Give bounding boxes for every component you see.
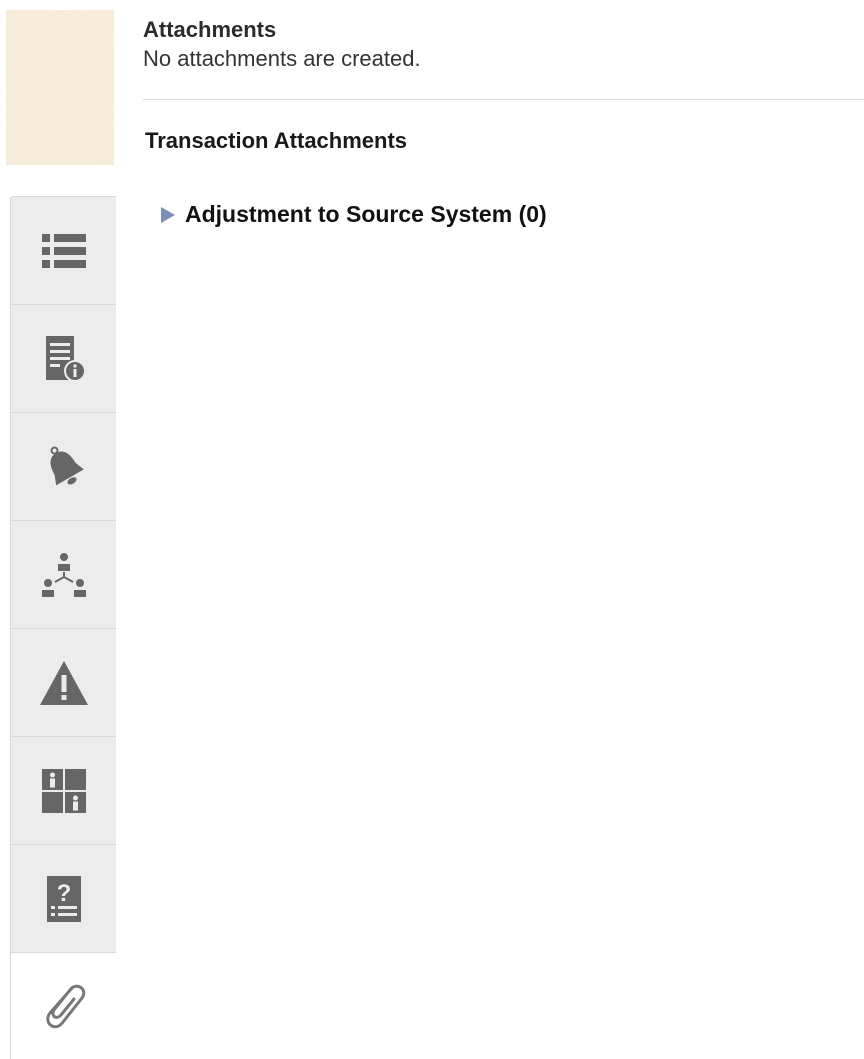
tab-list[interactable] [10, 196, 116, 304]
tab-alerts[interactable] [10, 412, 116, 520]
sidebar-tab-rail: ? [10, 196, 116, 1059]
document-info-icon [38, 333, 90, 385]
tree-node-label: Adjustment to Source System (0) [185, 201, 547, 227]
list-icon [38, 225, 90, 277]
user-grid-icon [38, 765, 90, 817]
paperclip-icon [38, 980, 90, 1032]
hierarchy-people-icon [38, 549, 90, 601]
warning-icon [38, 657, 90, 709]
page-subtitle: No attachments are created. [143, 46, 421, 71]
tree-node-adjustment[interactable]: Adjustment to Source System (0) [159, 201, 547, 228]
svg-text:?: ? [56, 880, 71, 907]
tab-questions[interactable]: ? [10, 844, 116, 952]
divider [143, 99, 864, 100]
help-document-icon: ? [38, 873, 90, 925]
page-title: Attachments [143, 17, 277, 42]
tab-hierarchy[interactable] [10, 520, 116, 628]
bell-icon [38, 441, 90, 493]
section-title: Transaction Attachments [145, 128, 408, 153]
page: ? Attachments No attachments are created… [0, 0, 864, 1059]
tab-assignments[interactable] [10, 736, 116, 844]
tab-attachments[interactable] [10, 952, 116, 1059]
tab-details[interactable] [10, 304, 116, 412]
tab-warnings[interactable] [10, 628, 116, 736]
color-swatch [6, 10, 114, 165]
caret-right-icon[interactable] [159, 206, 177, 224]
